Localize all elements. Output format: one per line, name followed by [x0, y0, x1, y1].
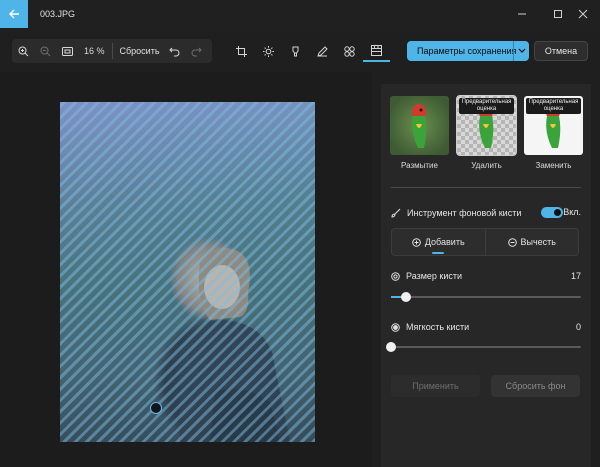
close-window-button[interactable] [566, 0, 600, 28]
option-replace-label: Заменить [535, 161, 572, 170]
background-options: Размытие Предварительная оценка Удалить … [390, 95, 583, 170]
pen-icon [317, 45, 328, 57]
edit-tools [228, 40, 390, 62]
option-replace[interactable]: Предварительная оценка Заменить [524, 96, 583, 170]
arrow-left-icon [9, 9, 19, 19]
remove-thumbnail[interactable]: Предварительная оценка [456, 95, 517, 156]
file-name: 003.JPG [40, 9, 76, 19]
fit-screen-icon [61, 46, 73, 56]
brush-size-thumb[interactable] [401, 292, 411, 302]
brush-icon [391, 208, 401, 218]
brush-tool-toggle[interactable] [541, 207, 563, 218]
save-options-dropdown[interactable] [513, 41, 529, 61]
brush-tool-toggle-label: Вкл. [563, 207, 581, 217]
tool-adjust[interactable] [255, 40, 282, 62]
brush-softness-slider[interactable] [386, 342, 581, 352]
background-panel: Размытие Предварительная оценка Удалить … [381, 84, 591, 467]
fit-to-window-button[interactable] [56, 40, 78, 62]
close-icon [578, 9, 588, 19]
brush-size-slider[interactable] [391, 292, 581, 302]
minus-circle-icon [507, 237, 517, 247]
brush-softness-label: Мягкость кисти [406, 322, 470, 332]
undo-button[interactable] [164, 40, 186, 62]
minimize-icon [518, 13, 526, 15]
save-options-label: Параметры сохранения [417, 46, 517, 56]
filters-icon [344, 45, 355, 57]
zoom-toolbar: 16 % Сбросить [12, 39, 212, 63]
zoom-in-button[interactable] [12, 40, 34, 62]
redo-button[interactable] [186, 40, 208, 62]
softness-icon [391, 322, 400, 332]
zoom-in-icon [18, 46, 28, 56]
crop-icon [236, 45, 247, 57]
mode-subtract-button[interactable]: Вычесть [484, 229, 579, 255]
panel-divider [391, 187, 581, 188]
brush-size-icon [391, 271, 400, 281]
zoom-level: 16 % [84, 46, 105, 56]
photo-preview[interactable] [60, 102, 315, 442]
brush-softness-value: 0 [575, 322, 581, 332]
minimize-button[interactable] [505, 0, 539, 28]
option-remove[interactable]: Предварительная оценка Удалить [456, 95, 517, 170]
reset-background-button[interactable]: Сбросить фон [491, 375, 580, 397]
brush-tool-row: Инструмент фоновой кисти Вкл. [391, 206, 581, 220]
parrot-image [412, 104, 427, 148]
zoom-out-icon [40, 46, 50, 56]
apply-button[interactable]: Применить [391, 375, 480, 397]
back-button[interactable] [0, 0, 28, 28]
preview-badge: Предварительная оценка [526, 98, 581, 114]
brush-softness-header: Мягкость кисти 0 [391, 321, 581, 333]
option-remove-label: Удалить [471, 161, 502, 170]
option-blur-label: Размытие [401, 161, 438, 170]
brush-size-value: 17 [570, 271, 581, 281]
maximize-icon [554, 10, 562, 18]
zoom-out-button[interactable] [34, 40, 56, 62]
tool-retouch[interactable] [282, 40, 309, 62]
brush-mode-selector: Добавить Вычесть [391, 228, 579, 256]
replace-thumbnail[interactable]: Предварительная оценка [524, 96, 583, 155]
image-canvas[interactable] [0, 72, 372, 467]
chevron-down-icon [518, 48, 525, 53]
blur-thumbnail[interactable] [390, 96, 449, 155]
brush-cursor [150, 402, 162, 414]
background-selection-overlay [60, 102, 315, 442]
brush-softness-thumb[interactable] [386, 342, 396, 352]
mode-subtract-label: Вычесть [520, 237, 556, 247]
tool-markup[interactable] [309, 40, 336, 62]
tool-crop[interactable] [228, 40, 255, 62]
cancel-button[interactable]: Отмена [534, 41, 588, 61]
save-options-button[interactable]: Параметры сохранения [407, 41, 529, 61]
plus-circle-icon [412, 237, 421, 247]
mode-add-label: Добавить [424, 237, 465, 247]
undo-icon [169, 47, 180, 56]
toolbar-divider [111, 43, 113, 59]
brush-tool-label: Инструмент фоновой кисти [407, 208, 522, 218]
reset-button[interactable]: Сбросить [116, 46, 164, 56]
tool-background[interactable] [363, 40, 390, 62]
brush-size-header: Размер кисти 17 [391, 270, 581, 282]
marker-icon [292, 46, 299, 56]
preview-badge: Предварительная оценка [459, 98, 514, 114]
background-icon [371, 44, 382, 56]
tool-filters[interactable] [336, 40, 363, 62]
brightness-icon [263, 45, 274, 57]
option-blur[interactable]: Размытие [390, 96, 449, 170]
title-bar: 003.JPG [0, 0, 600, 32]
redo-icon [191, 47, 202, 56]
mode-add-button[interactable]: Добавить [392, 229, 485, 255]
brush-size-label: Размер кисти [406, 271, 463, 281]
